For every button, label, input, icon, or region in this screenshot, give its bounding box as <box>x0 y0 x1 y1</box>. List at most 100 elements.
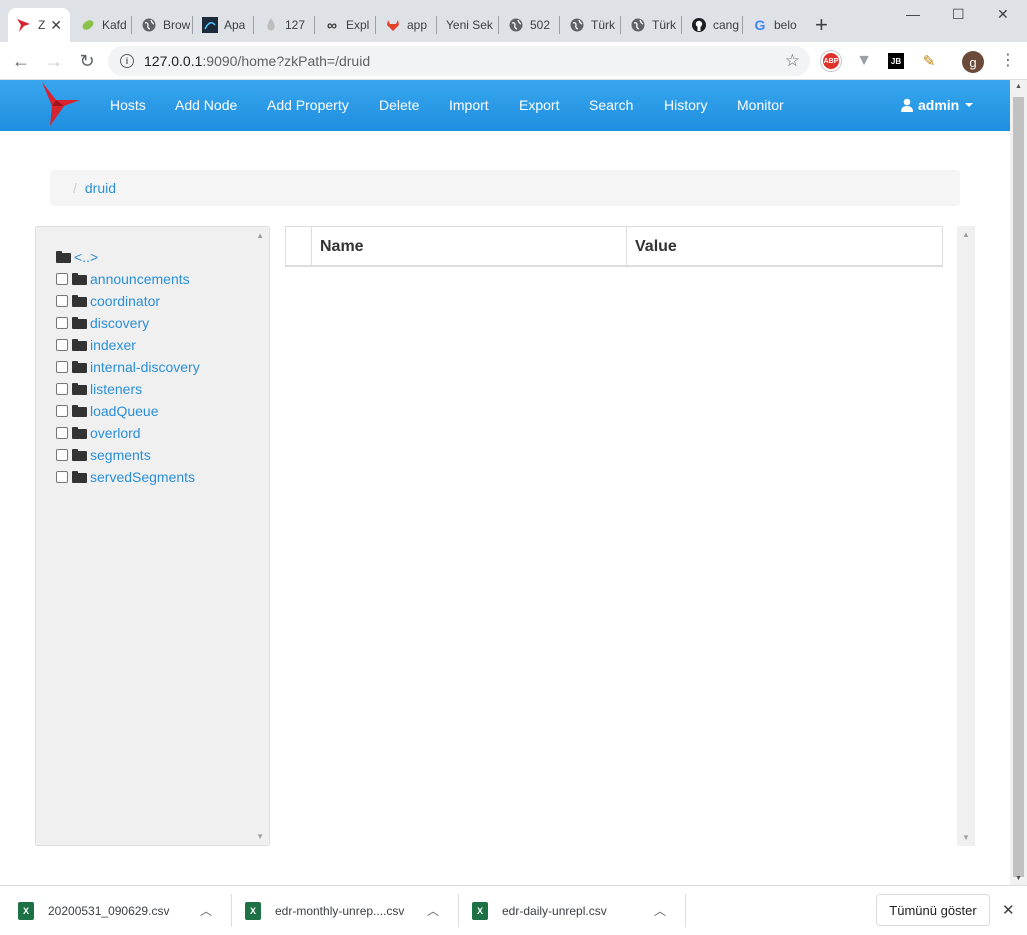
nav-export[interactable]: Export <box>519 97 559 113</box>
breadcrumb-item-druid[interactable]: druid <box>85 180 116 196</box>
tab-new[interactable]: Yeni Sek <box>438 8 498 42</box>
tree-node-row[interactable]: listeners <box>56 379 142 399</box>
tab-apache[interactable]: Apa <box>194 8 252 42</box>
scroll-up-arrow-icon[interactable]: ▲ <box>256 231 264 240</box>
tree-node-row[interactable]: internal-discovery <box>56 357 200 377</box>
parent-link[interactable]: <..> <box>74 249 98 265</box>
minimize-icon[interactable]: — <box>906 6 920 22</box>
tree-node-link[interactable]: indexer <box>90 337 136 353</box>
tree-node-link[interactable]: announcements <box>90 271 190 287</box>
tree-node-link[interactable]: servedSegments <box>90 469 195 485</box>
download-separator <box>231 894 232 927</box>
tab-turk-1[interactable]: Türk <box>561 8 619 42</box>
scrollbar-thumb[interactable] <box>1013 97 1024 877</box>
nav-search[interactable]: Search <box>589 97 633 113</box>
download-item[interactable]: X 20200531_090629.csv ︿ <box>18 886 228 935</box>
page-scrollbar[interactable]: ▲ ▼ <box>1010 80 1027 885</box>
zoonavigator-logo-icon[interactable] <box>36 80 82 128</box>
node-checkbox[interactable] <box>56 273 68 285</box>
scroll-up-arrow-icon[interactable]: ▲ <box>1015 83 1022 90</box>
scroll-up-arrow-icon[interactable]: ▲ <box>962 230 970 239</box>
nav-monitor[interactable]: Monitor <box>737 97 784 113</box>
tab-separator <box>314 16 315 34</box>
tab-local[interactable]: 127 <box>255 8 313 42</box>
node-checkbox[interactable] <box>56 317 68 329</box>
node-checkbox[interactable] <box>56 471 68 483</box>
new-tab-button[interactable]: + <box>815 14 828 36</box>
chevron-up-icon[interactable]: ︿ <box>200 902 212 919</box>
tree-node-link[interactable]: segments <box>90 447 151 463</box>
download-item[interactable]: X edr-monthly-unrep....csv ︿ <box>245 886 455 935</box>
tree-node-row[interactable]: loadQueue <box>56 401 159 421</box>
tree-node-row[interactable]: indexer <box>56 335 136 355</box>
pen-extension-icon[interactable]: ✎ <box>919 51 939 71</box>
nav-hosts[interactable]: Hosts <box>110 97 146 113</box>
tree-node-link[interactable]: listeners <box>90 381 142 397</box>
tree-node-link[interactable]: discovery <box>90 315 149 331</box>
reload-icon[interactable]: ↻ <box>76 50 98 72</box>
bookmark-star-icon[interactable]: ☆ <box>785 51 800 71</box>
tree-node-link[interactable]: loadQueue <box>90 403 159 419</box>
tree-node-row[interactable]: segments <box>56 445 151 465</box>
tab-google[interactable]: G belo <box>744 8 802 42</box>
scroll-down-arrow-icon[interactable]: ▼ <box>962 833 970 842</box>
close-window-icon[interactable]: ✕ <box>997 6 1009 23</box>
nav-delete[interactable]: Delete <box>379 97 419 113</box>
tree-node-link[interactable]: overlord <box>90 425 141 441</box>
tree-parent-row[interactable]: <..> <box>56 247 98 267</box>
column-header-value[interactable]: Value <box>627 227 677 266</box>
tab-kafdrop[interactable]: Kafd <box>72 8 130 42</box>
chevron-up-icon[interactable]: ︿ <box>654 902 666 919</box>
adblock-plus-icon[interactable]: ABP <box>821 51 841 71</box>
back-arrow-icon[interactable]: ← <box>10 50 32 72</box>
download-item[interactable]: X edr-daily-unrepl.csv ︿ <box>472 886 682 935</box>
tree-node-link[interactable]: internal-discovery <box>90 359 200 375</box>
tree-node-row[interactable]: discovery <box>56 313 149 333</box>
vue-devtools-icon[interactable]: ▼ <box>854 51 874 71</box>
tab-explore[interactable]: ∞ Expl <box>316 8 374 42</box>
info-icon[interactable]: i <box>120 54 134 68</box>
show-all-downloads-button[interactable]: Tümünü göster <box>876 894 990 926</box>
chevron-up-icon[interactable]: ︿ <box>427 902 439 919</box>
tab-github[interactable]: cang <box>683 8 741 42</box>
node-checkbox[interactable] <box>56 295 68 307</box>
jetbrains-icon[interactable]: JB <box>888 53 904 69</box>
nav-import[interactable]: Import <box>449 97 489 113</box>
user-menu[interactable]: admin <box>900 97 974 113</box>
maximize-icon[interactable]: ☐ <box>952 6 965 23</box>
address-bar[interactable]: i 127.0.0.1:9090/home?zkPath=/druid ☆ <box>108 46 810 76</box>
node-tree-panel[interactable]: ▲ <..> announcements coordinator discove… <box>35 226 270 846</box>
node-checkbox[interactable] <box>56 405 68 417</box>
column-header-name[interactable]: Name <box>312 227 364 266</box>
tree-node-row[interactable]: servedSegments <box>56 467 195 487</box>
tab-502[interactable]: 502 <box>500 8 558 42</box>
tab-browser[interactable]: Brow <box>133 8 191 42</box>
tab-zoonavigator[interactable]: Z ✕ <box>8 8 70 42</box>
close-tab-icon[interactable]: ✕ <box>50 17 62 34</box>
scroll-down-arrow-icon[interactable]: ▼ <box>256 832 264 841</box>
tree-node-link[interactable]: coordinator <box>90 293 160 309</box>
node-checkbox[interactable] <box>56 427 68 439</box>
scroll-down-arrow-icon[interactable]: ▼ <box>1015 875 1022 882</box>
tab-separator <box>253 16 254 34</box>
close-shelf-icon[interactable]: ✕ <box>1002 901 1015 919</box>
nav-add-node[interactable]: Add Node <box>175 97 237 113</box>
tab-title: Kafd <box>102 18 127 32</box>
profile-avatar[interactable]: g <box>962 51 984 73</box>
tree-node-row[interactable]: overlord <box>56 423 141 443</box>
node-checkbox[interactable] <box>56 339 68 351</box>
nav-add-property[interactable]: Add Property <box>267 97 349 113</box>
download-filename: 20200531_090629.csv <box>48 903 170 918</box>
tree-node-row[interactable]: announcements <box>56 269 190 289</box>
node-checkbox[interactable] <box>56 383 68 395</box>
tab-turk-2[interactable]: Türk <box>622 8 680 42</box>
node-checkbox[interactable] <box>56 361 68 373</box>
user-name: admin <box>918 97 960 113</box>
property-table-scrollbar[interactable]: ▲ ▼ <box>957 226 975 846</box>
nav-history[interactable]: History <box>664 97 708 113</box>
tab-gitlab[interactable]: app <box>377 8 435 42</box>
forward-arrow-icon[interactable]: → <box>43 50 65 72</box>
tree-node-row[interactable]: coordinator <box>56 291 160 311</box>
browser-menu-icon[interactable]: ⋮ <box>1000 50 1016 70</box>
node-checkbox[interactable] <box>56 449 68 461</box>
